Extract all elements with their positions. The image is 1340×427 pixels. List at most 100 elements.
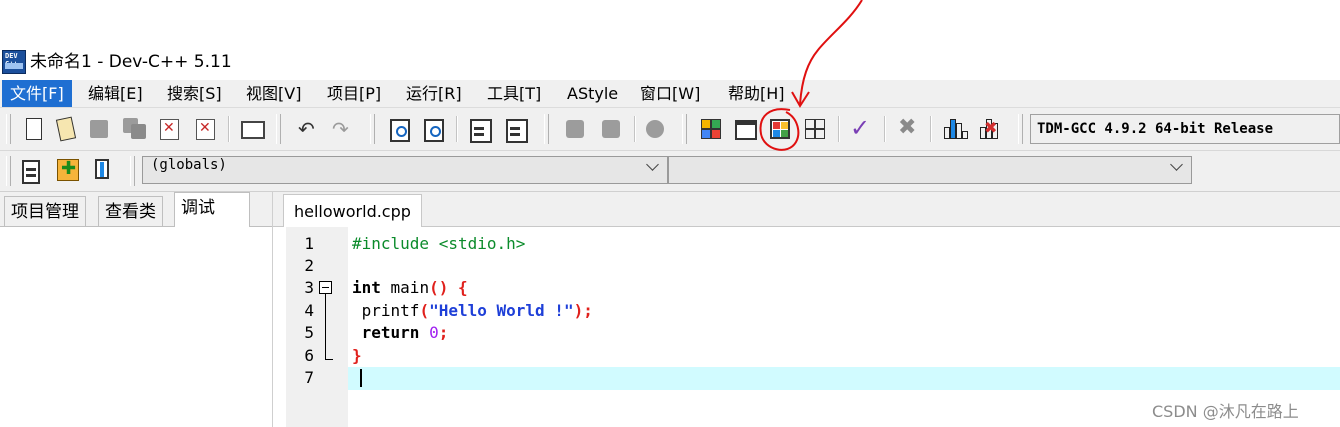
tab-project-manager[interactable]: 项目管理: [4, 196, 86, 226]
toolbar-separator: [930, 116, 932, 142]
close-icon[interactable]: [156, 116, 182, 142]
tab-helloworld-cpp[interactable]: helloworld.cpp: [283, 194, 422, 227]
code-line-4: printf("Hello World !");: [352, 300, 593, 322]
toolbar-separator: [634, 116, 636, 142]
identifier: main: [380, 278, 430, 297]
toolbar-grip[interactable]: [682, 114, 687, 144]
line-number: 5: [304, 323, 314, 342]
toolbar-grip[interactable]: [1018, 114, 1023, 144]
save-all-icon[interactable]: [122, 116, 148, 142]
app-icon: DEV C++: [2, 50, 26, 74]
find-icon[interactable]: [386, 116, 412, 142]
bookmark-toggle-icon[interactable]: [90, 157, 116, 183]
string-literal: "Hello World !": [429, 301, 574, 320]
chevron-down-icon: [1170, 158, 1183, 171]
add-file-icon[interactable]: ✚: [54, 157, 80, 183]
bookmark-icon[interactable]: [642, 116, 668, 142]
print-icon[interactable]: [238, 116, 265, 142]
close-all-icon[interactable]: [192, 116, 218, 142]
debug-stop-icon[interactable]: ✖: [976, 116, 1002, 142]
new-file-icon[interactable]: [20, 116, 46, 142]
menu-window[interactable]: 窗口[W]: [632, 80, 708, 107]
grid-view-icon[interactable]: [802, 116, 828, 142]
toolbar-grip[interactable]: [130, 156, 135, 186]
symbol: (: [419, 301, 430, 320]
line-number: 3: [304, 278, 314, 297]
line-number: 4: [304, 301, 314, 320]
project-manager-icon[interactable]: [698, 116, 724, 142]
scope-select-value: (globals): [151, 157, 227, 173]
symbol: );: [573, 301, 593, 320]
number-literal: 0: [429, 323, 439, 342]
symbol: }: [352, 346, 362, 365]
redo-icon[interactable]: ↷: [330, 116, 356, 142]
code-line-6: }: [352, 345, 362, 367]
menu-project[interactable]: 项目[P]: [319, 80, 389, 107]
toolbar-grip[interactable]: [544, 114, 549, 144]
text-caret: [360, 369, 362, 387]
fullscreen-icon[interactable]: [732, 116, 758, 142]
keyword: return: [352, 323, 430, 342]
window-title: 未命名1 - Dev-C++ 5.11: [30, 52, 232, 72]
code-line-3: int main() {: [352, 277, 468, 299]
toggle-layout-icon[interactable]: [768, 116, 794, 142]
menu-tools[interactable]: 工具[T]: [479, 80, 549, 107]
toolbar-separator: [228, 116, 230, 142]
app-icon-bar: [5, 63, 23, 69]
left-panel-tabs: 项目管理 查看类 调试: [0, 192, 272, 227]
watermark: CSDN @沐凡在路上: [1152, 402, 1299, 421]
preprocessor-directive: #include <stdio.h>: [352, 234, 526, 253]
toolbar-grip[interactable]: [6, 114, 11, 144]
menu-edit[interactable]: 编辑[E]: [80, 80, 151, 107]
replace-icon[interactable]: [420, 116, 446, 142]
scope-select[interactable]: (globals): [142, 156, 668, 184]
menu-file[interactable]: 文件[F]: [2, 80, 72, 107]
code-editor[interactable]: [348, 227, 1340, 427]
indent-icon[interactable]: [466, 116, 492, 143]
fold-toggle-icon[interactable]: [319, 281, 332, 294]
goto-back-icon[interactable]: [562, 116, 588, 142]
left-panel: [0, 192, 273, 427]
menu-bar: 文件[F] 编辑[E] 搜索[S] 视图[V] 项目[P] 运行[R] 工具[T…: [0, 80, 1340, 108]
tab-debug[interactable]: 调试: [174, 192, 250, 227]
unindent-icon[interactable]: [502, 116, 528, 143]
save-icon[interactable]: [86, 116, 112, 142]
fold-end: [325, 359, 333, 360]
code-line-1: #include <stdio.h>: [352, 233, 525, 255]
toolbar-separator: [884, 116, 886, 142]
chart-icon[interactable]: [940, 116, 968, 142]
undo-icon[interactable]: ↶: [296, 116, 322, 142]
line-number: 6: [304, 346, 314, 365]
compiler-select[interactable]: TDM-GCC 4.9.2 64-bit Release: [1030, 114, 1340, 144]
menu-run[interactable]: 运行[R]: [398, 80, 470, 107]
menu-astyle[interactable]: AStyle: [559, 80, 626, 107]
check-icon[interactable]: ✓: [848, 114, 874, 142]
toolbar-grip[interactable]: [6, 156, 11, 186]
insert-icon[interactable]: [18, 157, 44, 184]
delete-icon[interactable]: ✖: [894, 115, 920, 142]
tab-class-browser[interactable]: 查看类: [98, 196, 163, 226]
line-number: 2: [304, 256, 314, 275]
line-number: 1: [304, 234, 314, 253]
line-number: 7: [304, 368, 314, 387]
toolbar-separator: [838, 116, 840, 142]
identifier: printf: [352, 301, 420, 320]
keyword: int: [352, 278, 381, 297]
menu-search[interactable]: 搜索[S]: [159, 80, 230, 107]
editor-tabs: helloworld.cpp: [273, 192, 1340, 227]
symbol: (): [429, 278, 449, 297]
current-line-highlight: [348, 367, 1340, 390]
symbol: ;: [438, 323, 449, 342]
toolbar-grip[interactable]: [276, 114, 281, 144]
toolbar-separator: [456, 116, 458, 142]
menu-view[interactable]: 视图[V]: [238, 80, 309, 107]
goto-forward-icon[interactable]: [598, 116, 624, 142]
chevron-down-icon: [646, 158, 659, 171]
members-select[interactable]: [668, 156, 1192, 184]
toolbar-grip[interactable]: [370, 114, 375, 144]
symbol: {: [448, 278, 468, 297]
open-file-icon[interactable]: [52, 116, 78, 142]
menu-help[interactable]: 帮助[H]: [720, 80, 793, 107]
code-line-5: return 0;: [352, 322, 449, 344]
fold-line: [325, 294, 326, 360]
